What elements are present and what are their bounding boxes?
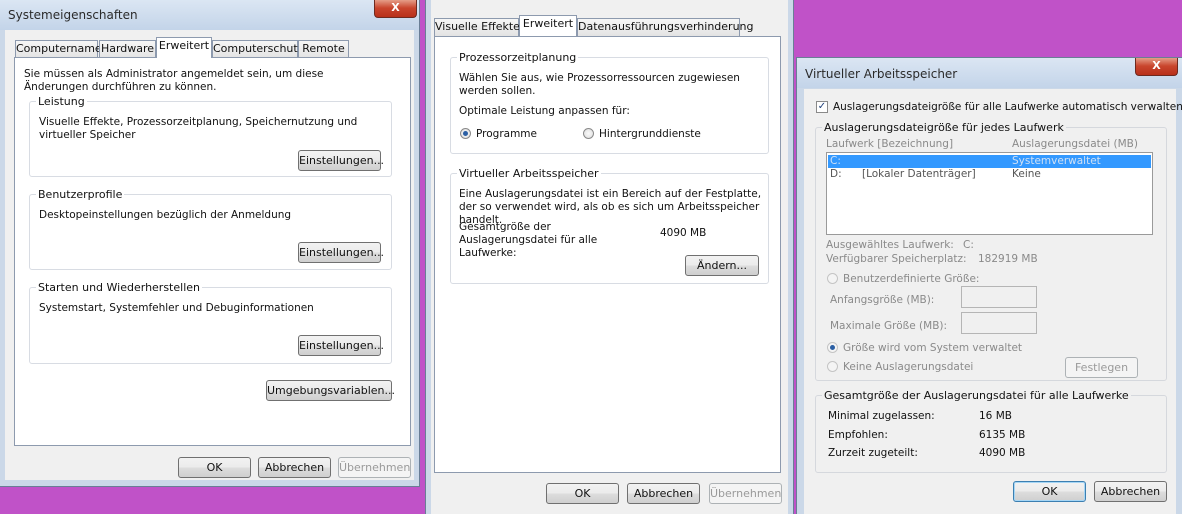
- no-pagefile-label[interactable]: Keine Auslagerungsdatei: [843, 361, 973, 374]
- virtueller-arbeitsspeicher-group: Virtueller Arbeitsspeicher Eine Auslager…: [450, 167, 769, 284]
- dialog-body: ✓ Auslagerungsdateigröße für alle Laufwe…: [804, 89, 1182, 514]
- ok-button[interactable]: OK: [1013, 481, 1086, 502]
- dialog-body: Computername Hardware Erweitert Computer…: [5, 30, 414, 480]
- drive-label: [Lokaler Datenträger]: [862, 168, 976, 180]
- drive-list[interactable]: C: Systemverwaltet D: [Lokaler Datenträg…: [826, 152, 1153, 235]
- prozessorzeitplanung-group: Prozessorzeitplanung Wählen Sie aus, wie…: [450, 51, 769, 154]
- min-allowed-value: 16 MB: [979, 410, 1012, 422]
- tab-computerschutz[interactable]: Computerschutz: [212, 40, 304, 58]
- recommended-value: 6135 MB: [979, 429, 1026, 441]
- currently-allocated-label: Zurzeit zugeteilt:: [828, 447, 918, 459]
- initial-size-input[interactable]: [961, 286, 1037, 308]
- benutzerprofile-group: Benutzerprofile Desktopeinstellungen bez…: [29, 188, 392, 270]
- benutzerprofile-group-title: Benutzerprofile: [36, 188, 125, 201]
- total-size-group-title: Gesamtgröße der Auslagerungsdatei für al…: [822, 389, 1131, 402]
- custom-size-label[interactable]: Benutzerdefinierte Größe:: [843, 273, 979, 286]
- ok-button[interactable]: OK: [546, 483, 619, 504]
- min-allowed-label: Minimal zugelassen:: [828, 410, 935, 422]
- auto-manage-label[interactable]: Auslagerungsdateigröße für alle Laufwerk…: [833, 101, 1182, 114]
- tab-remote[interactable]: Remote: [298, 40, 349, 58]
- per-drive-group: Auslagerungsdateigröße für jedes Laufwer…: [815, 121, 1167, 381]
- selected-drive-label: Ausgewähltes Laufwerk:: [826, 239, 954, 251]
- drive-column-header: Laufwerk [Bezeichnung]: [826, 138, 954, 150]
- selected-drive-value: C:: [963, 239, 974, 251]
- starten-settings-button[interactable]: Einstellungen...: [298, 335, 384, 356]
- window-title: Systemeigenschaften: [8, 8, 138, 22]
- file-column-header: Auslagerungsdatei (MB): [1012, 138, 1138, 150]
- cancel-button[interactable]: Abbrechen: [258, 457, 331, 478]
- programme-radio-label[interactable]: Programme: [476, 128, 537, 141]
- available-space-label: Verfügbarer Speicherplatz:: [826, 253, 967, 265]
- admin-note: Sie müssen als Administrator angemeldet …: [24, 68, 324, 93]
- tab-computername[interactable]: Computername: [15, 40, 102, 58]
- total-size-group: Gesamtgröße der Auslagerungsdatei für al…: [815, 389, 1167, 473]
- optimize-label: Optimale Leistung anpassen für:: [459, 105, 630, 117]
- available-space-value: 182919 MB: [978, 253, 1038, 265]
- currently-allocated-value: 4090 MB: [979, 447, 1026, 459]
- starten-group-title: Starten und Wiederherstellen: [36, 281, 202, 294]
- drive-row-d[interactable]: D: [Lokaler Datenträger] Keine: [828, 168, 1151, 181]
- no-pagefile-radio[interactable]: [827, 361, 838, 372]
- leistung-description: Visuelle Effekte, Prozessorzeitplanung, …: [39, 116, 358, 141]
- performance-options-window: Visuelle Effekte Erweitert Datenausführu…: [425, 0, 794, 514]
- change-button[interactable]: Ändern...: [685, 255, 759, 276]
- benutzerprofile-description: Desktopeinstellungen bezüglich der Anmel…: [39, 209, 292, 221]
- tab-datenausfuehrungsverhinderung[interactable]: Datenausführungsverhinderung: [577, 18, 754, 36]
- virtual-memory-window: Virtueller Arbeitsspeicher X ✓ Auslageru…: [796, 57, 1182, 514]
- title-bar[interactable]: Systemeigenschaften X: [0, 0, 419, 30]
- total-size-label: Gesamtgröße der Auslagerungsdatei für al…: [459, 221, 598, 259]
- starten-description: Systemstart, Systemfehler und Debuginfor…: [39, 302, 314, 314]
- environment-variables-button[interactable]: Umgebungsvariablen...: [266, 380, 395, 401]
- prozessorzeitplanung-group-title: Prozessorzeitplanung: [457, 51, 579, 64]
- apply-button[interactable]: Übernehmen: [709, 483, 782, 504]
- leistung-settings-button[interactable]: Einstellungen...: [298, 150, 384, 171]
- system-managed-radio[interactable]: [827, 342, 838, 353]
- drive-letter: D:: [830, 168, 842, 180]
- max-size-input[interactable]: [961, 312, 1037, 334]
- system-properties-window: Systemeigenschaften X Computername Hardw…: [0, 0, 420, 487]
- total-size-value: 4090 MB: [660, 227, 707, 239]
- initial-size-label: Anfangsgröße (MB):: [830, 294, 935, 306]
- leistung-group-title: Leistung: [36, 95, 87, 108]
- per-drive-group-title: Auslagerungsdateigröße für jedes Laufwer…: [822, 121, 1066, 134]
- close-button[interactable]: X: [374, 0, 417, 18]
- apply-button[interactable]: Übernehmen: [338, 457, 411, 478]
- drive-file: Systemverwaltet: [1012, 155, 1101, 167]
- drive-row-c[interactable]: C: Systemverwaltet: [828, 155, 1151, 168]
- ok-button[interactable]: OK: [178, 457, 251, 478]
- starten-group: Starten und Wiederherstellen Systemstart…: [29, 281, 392, 364]
- benutzerprofile-settings-button[interactable]: Einstellungen...: [298, 242, 384, 263]
- drive-file: Keine: [1012, 168, 1041, 180]
- programme-radio[interactable]: [460, 128, 471, 139]
- drive-letter: C:: [830, 155, 841, 167]
- title-bar[interactable]: Virtueller Arbeitsspeicher X: [797, 58, 1182, 88]
- tab-erweitert[interactable]: Erweitert: [519, 15, 577, 36]
- tab-erweitert[interactable]: Erweitert: [156, 37, 212, 58]
- set-button[interactable]: Festlegen: [1065, 357, 1138, 378]
- custom-size-radio[interactable]: [827, 273, 838, 284]
- recommended-label: Empfohlen:: [828, 429, 888, 441]
- hintergrunddienste-radio-label[interactable]: Hintergrunddienste: [599, 128, 701, 141]
- cancel-button[interactable]: Abbrechen: [627, 483, 700, 504]
- max-size-label: Maximale Größe (MB):: [830, 320, 948, 332]
- hintergrunddienste-radio[interactable]: [583, 128, 594, 139]
- tab-visuelle-effekte[interactable]: Visuelle Effekte: [434, 18, 520, 36]
- cancel-button[interactable]: Abbrechen: [1094, 481, 1167, 502]
- tab-hardware[interactable]: Hardware: [99, 40, 156, 58]
- tab-panel: Sie müssen als Administrator angemeldet …: [14, 57, 411, 446]
- dialog-body: Visuelle Effekte Erweitert Datenausführu…: [431, 0, 788, 514]
- system-managed-label[interactable]: Größe wird vom System verwaltet: [843, 342, 1022, 355]
- tab-panel: Prozessorzeitplanung Wählen Sie aus, wie…: [434, 36, 781, 473]
- close-button[interactable]: X: [1135, 58, 1178, 76]
- window-title: Virtueller Arbeitsspeicher: [805, 67, 958, 81]
- leistung-group: Leistung Visuelle Effekte, Prozessorzeit…: [29, 95, 392, 177]
- virtueller-arbeitsspeicher-group-title: Virtueller Arbeitsspeicher: [457, 167, 601, 180]
- prozessorzeitplanung-description: Wählen Sie aus, wie Prozessorressourcen …: [459, 72, 740, 97]
- auto-manage-checkbox[interactable]: ✓: [816, 101, 828, 113]
